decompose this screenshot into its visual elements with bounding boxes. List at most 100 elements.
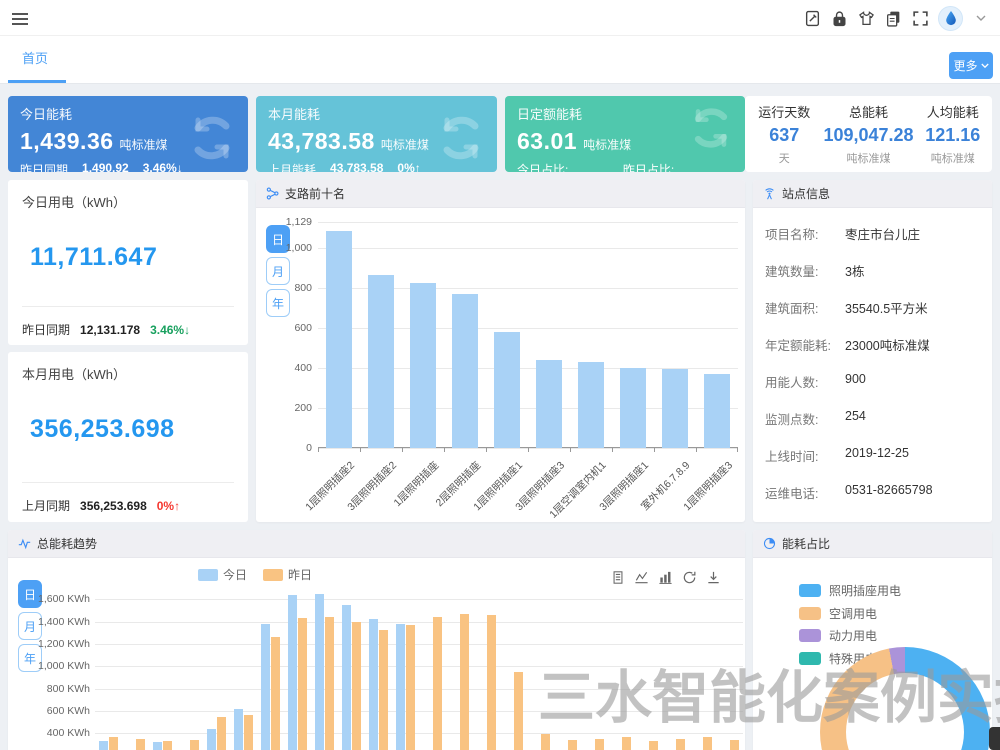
stat-label: 运行天数 xyxy=(745,102,823,121)
lock-icon[interactable] xyxy=(830,9,848,27)
site-info-row: 运维电话:0531-82665798 xyxy=(753,483,992,502)
restore-icon[interactable] xyxy=(682,570,697,585)
site-info-row: 用能人数:900 xyxy=(753,372,992,391)
overview-stats: 运行天数637天总能耗109,047.28吨标准煤人均能耗121.16吨标准煤 xyxy=(745,96,992,172)
chart-gridline xyxy=(318,248,738,249)
bar-yesterday xyxy=(730,740,739,750)
y-axis-tick-label: 400 xyxy=(256,362,312,374)
bar-branch xyxy=(326,231,352,448)
usage-card-today-electricity: 今日用电（kWh） 11,711.647 昨日同期 12,131.178 3.4… xyxy=(8,180,248,345)
bar-today xyxy=(153,742,162,750)
bar-branch xyxy=(494,332,520,448)
y-axis-tick-label: 1,200 KWh xyxy=(16,638,90,650)
bar-branch xyxy=(704,374,730,448)
active-tab-indicator xyxy=(8,80,66,83)
y-axis-tick-label: 400 KWh xyxy=(16,727,90,739)
chart-gridline xyxy=(95,711,743,712)
stat-label: 人均能耗 xyxy=(914,102,992,121)
chevron-down-icon[interactable] xyxy=(972,9,990,27)
refresh-icon xyxy=(186,112,238,164)
bar-branch xyxy=(536,360,562,448)
menu-toggle-icon[interactable] xyxy=(12,10,30,26)
legend-label: 昨日 xyxy=(288,566,312,583)
usage-value: 11,711.647 xyxy=(30,243,234,272)
legend-item-照明插座用电[interactable]: 照明插座用电 xyxy=(799,582,901,599)
copy-pages-icon[interactable] xyxy=(884,9,902,27)
legend-item-今日[interactable]: 今日 xyxy=(198,566,247,583)
stat-value: 121.16 xyxy=(914,125,992,146)
top-bar xyxy=(0,0,1000,36)
usage-sub-label: 上月同期 xyxy=(22,497,70,514)
refresh-icon xyxy=(687,104,735,152)
chart-gridline xyxy=(318,222,738,223)
y-axis-tick-label: 600 xyxy=(256,322,312,334)
site-info-value: 枣庄市台儿庄 xyxy=(845,224,920,243)
floating-button[interactable] xyxy=(989,727,1000,750)
bar-today xyxy=(99,741,108,750)
data-view-icon[interactable] xyxy=(610,570,625,585)
kpi-unit: 吨标准煤 xyxy=(381,138,429,152)
stat-column: 总能耗109,047.28吨标准煤 xyxy=(823,102,913,166)
y-axis-tick-label: 1,000 KWh xyxy=(16,660,90,672)
site-info-row: 建筑面积:35540.5平方米 xyxy=(753,298,992,317)
theme-skin-icon[interactable] xyxy=(857,9,875,27)
legend-swatch xyxy=(198,569,218,581)
line-chart-icon[interactable] xyxy=(634,570,649,585)
kpi-sub-label: 上月能耗 xyxy=(268,161,316,172)
bar-yesterday xyxy=(460,614,469,750)
bar-branch xyxy=(578,362,604,448)
bar-chart-icon[interactable] xyxy=(658,570,673,585)
kpi-card-daily-quota-energy: 日定额能耗 63.01吨标准煤 今日占比: 2,284.2% 昨日占比: 2,3… xyxy=(505,96,745,172)
maintenance-icon[interactable] xyxy=(803,9,821,27)
y-axis-tick-label: 1,129 xyxy=(256,216,312,228)
chart-gridline xyxy=(95,666,743,667)
branch-top10-panel: 支路前十名 日月年 02004006008001,0001,129 1层照明插座… xyxy=(256,180,745,522)
bar-yesterday xyxy=(487,615,496,750)
usage-sub-value: 12,131.178 xyxy=(80,323,140,337)
kpi-unit: 吨标准煤 xyxy=(583,138,631,152)
stat-column: 人均能耗 121.16 吨标准煤 xyxy=(914,102,992,166)
usage-delta: 0%↑ xyxy=(157,499,180,513)
usage-title: 本月用电（kWh） xyxy=(22,364,234,383)
legend-label: 动力用电 xyxy=(829,627,877,644)
bar-today xyxy=(396,624,405,750)
antenna-icon xyxy=(763,187,776,200)
bar-branch xyxy=(662,369,688,448)
bar-yesterday xyxy=(298,618,307,750)
site-info-label: 监测点数: xyxy=(765,409,845,428)
legend-item-空调用电[interactable]: 空调用电 xyxy=(799,605,877,622)
avatar[interactable] xyxy=(938,6,963,31)
stat-unit: 吨标准煤 xyxy=(823,150,913,166)
site-info-label: 建筑数量: xyxy=(765,261,845,280)
period-button-月[interactable]: 月 xyxy=(266,257,290,285)
bar-today xyxy=(315,594,324,750)
bar-yesterday xyxy=(244,715,253,750)
more-tabs-button[interactable]: 更多 xyxy=(949,52,993,79)
stat-value: 109,047.28 xyxy=(823,125,913,146)
kpi-sub-delta: 0%↑ xyxy=(397,161,420,172)
bar-yesterday xyxy=(325,617,334,750)
chart-gridline xyxy=(95,622,743,623)
y-axis-tick-label: 800 xyxy=(256,282,312,294)
site-info-row: 上线时间:2019-12-25 xyxy=(753,446,992,465)
divider xyxy=(22,306,234,307)
site-info-label: 建筑面积: xyxy=(765,298,845,317)
bar-today xyxy=(288,595,297,750)
tab-home[interactable]: 首页 xyxy=(14,36,56,81)
y-axis-tick-label: 800 KWh xyxy=(16,683,90,695)
legend-item-昨日[interactable]: 昨日 xyxy=(263,566,312,583)
site-info-value: 254 xyxy=(845,409,866,428)
stat-unit: 吨标准煤 xyxy=(914,150,992,166)
legend-item-动力用电[interactable]: 动力用电 xyxy=(799,627,877,644)
site-info-value: 2019-12-25 xyxy=(845,446,909,465)
legend-swatch xyxy=(799,629,821,642)
bar-branch xyxy=(410,283,436,448)
branch-chart-plot xyxy=(318,222,738,448)
legend-swatch xyxy=(799,652,821,665)
download-image-icon[interactable] xyxy=(706,570,721,585)
trend-chart-plot xyxy=(95,588,743,750)
branch-chart-x-axis: 1层照明插座23层照明插座21层照明插座2层照明插座1层照明插座13层照明插座3… xyxy=(318,448,738,518)
fullscreen-icon[interactable] xyxy=(911,9,929,27)
bar-branch xyxy=(368,275,394,448)
x-axis-tick xyxy=(654,448,655,452)
